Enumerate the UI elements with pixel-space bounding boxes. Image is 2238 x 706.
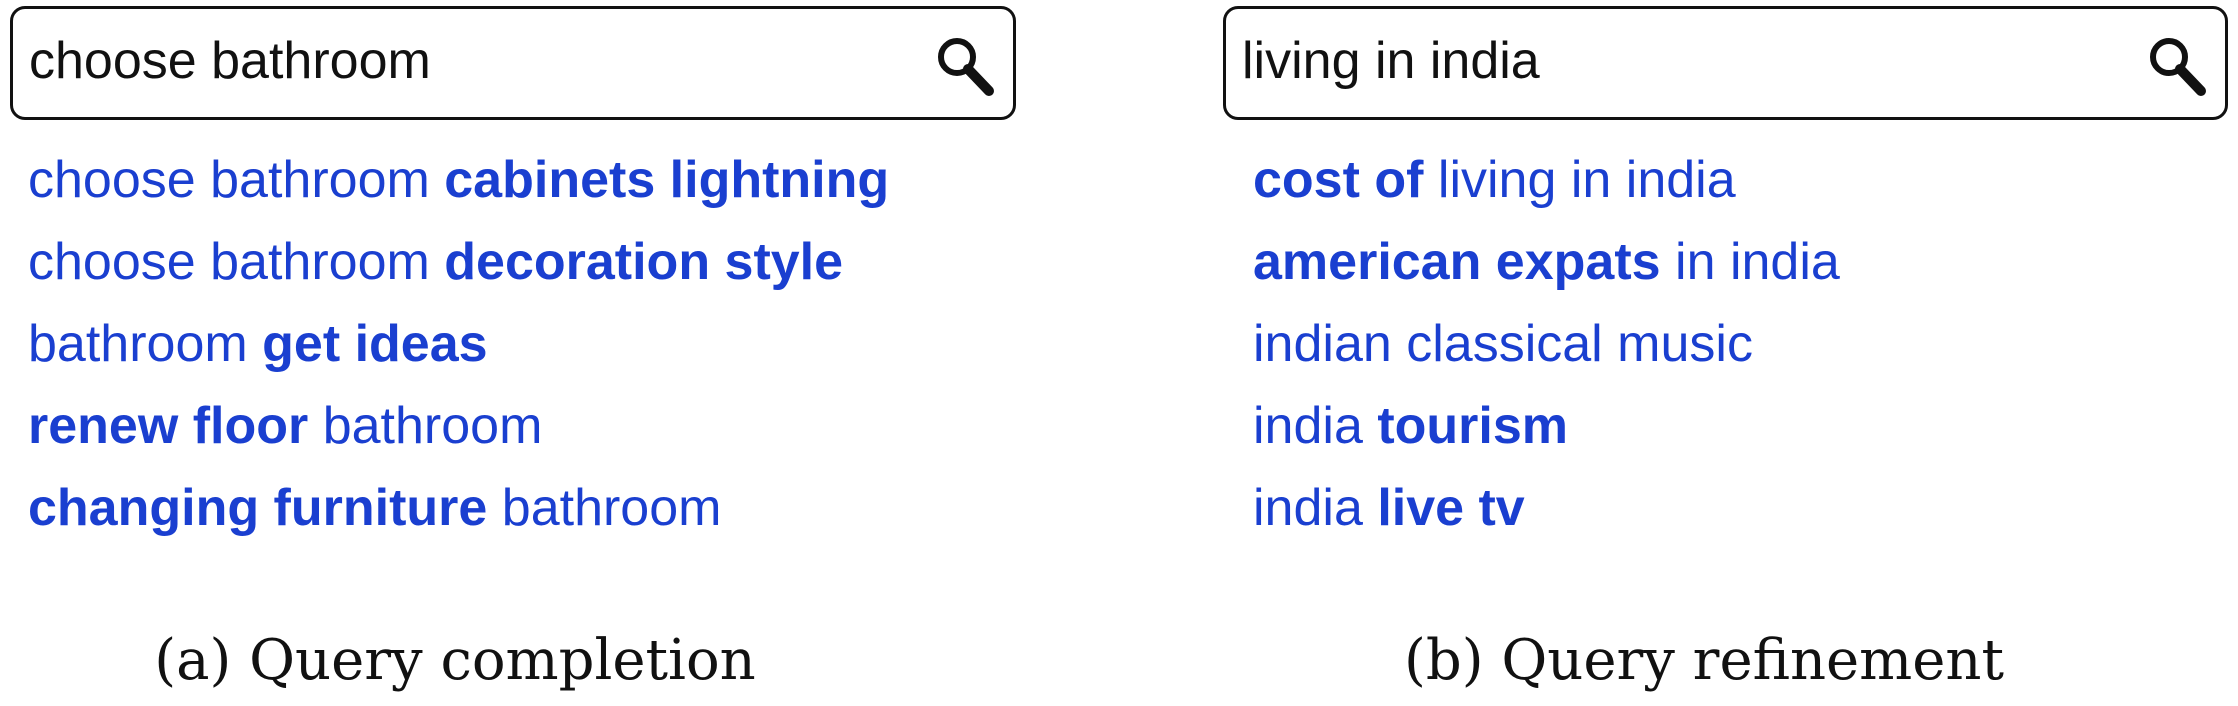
suggestion-item[interactable]: choose bathroom decoration style	[28, 230, 889, 312]
suggestion-text: choose bathroom	[28, 233, 445, 291]
search-icon[interactable]	[2147, 35, 2207, 97]
suggestion-text: india	[1253, 397, 1378, 455]
suggestion-text: bathroom	[28, 315, 263, 373]
suggestion-item[interactable]: indian classical music	[1253, 312, 1840, 394]
suggestion-item[interactable]: india tourism	[1253, 394, 1840, 476]
suggestion-text: indian classical music	[1253, 315, 1753, 373]
suggestion-text: choose bathroom	[28, 151, 445, 209]
suggestion-bold-text: changing furniture	[28, 479, 488, 537]
suggestion-item[interactable]: changing furniture bathroom	[28, 476, 889, 558]
suggestion-text: bathroom	[308, 397, 543, 455]
search-icon[interactable]	[935, 35, 995, 97]
suggestion-bold-text: renew floor	[28, 397, 309, 455]
caption: (a) Query completion	[154, 628, 756, 693]
search-input[interactable]: choose bathroom	[29, 35, 431, 87]
suggestion-text: living in india	[1423, 151, 1736, 209]
suggestion-bold-text: live tv	[1377, 479, 1525, 537]
suggestion-item[interactable]: bathroom get ideas	[28, 312, 889, 394]
search-box[interactable]: living in india	[1223, 6, 2228, 120]
suggestion-item[interactable]: american expats in india	[1253, 230, 1840, 312]
suggestion-text: india	[1253, 479, 1378, 537]
suggestion-bold-text: cost of	[1253, 151, 1424, 209]
suggestion-bold-text: tourism	[1377, 397, 1568, 455]
suggestion-text: in india	[1660, 233, 1840, 291]
suggestion-bold-text: cabinets lightning	[444, 151, 890, 209]
search-box[interactable]: choose bathroom	[10, 6, 1016, 120]
suggestion-item[interactable]: india live tv	[1253, 476, 1840, 558]
suggestion-bold-text: american expats	[1253, 233, 1661, 291]
suggestion-list: choose bathroom cabinets lightning choos…	[28, 148, 889, 558]
suggestion-list: cost of living in india american expats …	[1253, 148, 1840, 558]
suggestion-item[interactable]: cost of living in india	[1253, 148, 1840, 230]
search-input[interactable]: living in india	[1242, 35, 1540, 87]
suggestion-text: bathroom	[487, 479, 722, 537]
suggestion-bold-text: get ideas	[262, 315, 488, 373]
suggestion-item[interactable]: renew floor bathroom	[28, 394, 889, 476]
caption: (b) Query refinement	[1404, 628, 2004, 693]
suggestion-item[interactable]: choose bathroom cabinets lightning	[28, 148, 889, 230]
suggestion-bold-text: decoration style	[444, 233, 844, 291]
